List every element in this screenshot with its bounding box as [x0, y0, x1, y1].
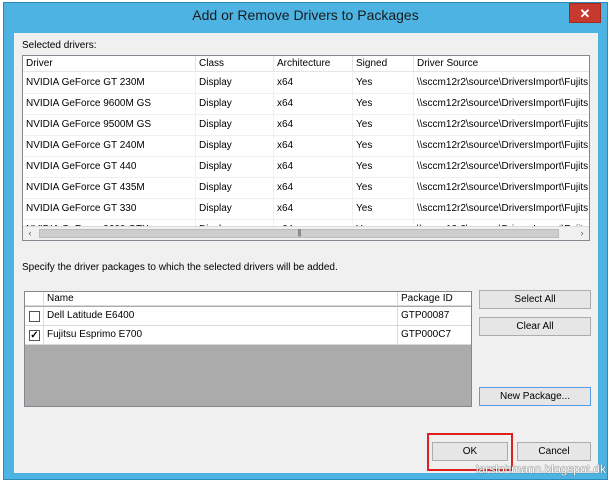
drivers-grid-header: Driver Class Architecture Signed Driver …	[23, 56, 589, 72]
package-checkbox[interactable]	[29, 311, 40, 322]
dialog-window: Add or Remove Drivers to Packages ✕ Sele…	[3, 2, 608, 480]
driver-name-cell: NVIDIA GeForce GT 330	[23, 199, 196, 219]
package-name-cell: Dell Latitude E6400	[44, 307, 398, 325]
driver-architecture-cell: x64	[274, 94, 353, 114]
table-row[interactable]: NVIDIA GeForce 9500M GS Display x64 Yes …	[23, 115, 589, 136]
table-row[interactable]: NVIDIA GeForce GT 240M Display x64 Yes \…	[23, 136, 589, 157]
column-header-signed[interactable]: Signed	[353, 56, 414, 72]
column-header-driver-source[interactable]: Driver Source	[414, 56, 589, 72]
driver-source-cell: \\sccm12r2\source\DriversImport\Fujits..…	[417, 161, 590, 172]
ok-button[interactable]: OK	[432, 442, 508, 461]
clear-all-button[interactable]: Clear All	[479, 317, 591, 336]
driver-source-cell: \\sccm12r2\source\DriversImport\Fujits..…	[417, 119, 590, 130]
driver-name-cell: NVIDIA GeForce GT 240M	[23, 136, 196, 156]
table-row[interactable]: NVIDIA GeForce GT 440 Display x64 Yes \\…	[23, 157, 589, 178]
driver-source-cell: \\sccm12r2\source\DriversImport\Fujits..…	[417, 77, 590, 88]
driver-class-cell: Display	[196, 94, 274, 114]
selected-drivers-label: Selected drivers:	[22, 40, 97, 51]
scroll-right-icon[interactable]: ›	[575, 227, 589, 240]
package-id-cell: GTP000C7	[401, 329, 452, 340]
column-header-checkbox	[25, 292, 44, 306]
table-row[interactable]: NVIDIA GeForce GT 435M Display x64 Yes \…	[23, 178, 589, 199]
driver-signed-cell: Yes	[353, 199, 414, 219]
driver-class-cell: Display	[196, 178, 274, 198]
close-button[interactable]: ✕	[569, 3, 601, 23]
checkbox-cell	[25, 307, 44, 325]
driver-architecture-cell: x64	[274, 178, 353, 198]
driver-architecture-cell: x64	[274, 115, 353, 135]
scrollbar-thumb[interactable]: |||	[39, 228, 559, 238]
watermark-text: larslohmann.blogspot.dk	[475, 462, 606, 476]
column-header-package-id[interactable]: Package ID	[398, 292, 471, 306]
driver-source-cell: \\sccm12r2\source\DriversImport\Fujits..…	[417, 140, 590, 151]
scroll-left-icon[interactable]: ‹	[23, 227, 37, 240]
package-checkbox[interactable]: ✓	[29, 330, 40, 341]
driver-name-cell: NVIDIA GeForce 9600M GS	[23, 94, 196, 114]
driver-architecture-cell: x64	[274, 199, 353, 219]
driver-class-cell: Display	[196, 199, 274, 219]
new-package-button[interactable]: New Package...	[479, 387, 591, 406]
driver-architecture-cell: x64	[274, 73, 353, 93]
driver-signed-cell: Yes	[353, 157, 414, 177]
driver-source-cell: \\sccm12r2\source\DriversImport\Fujits..…	[417, 182, 590, 193]
driver-class-cell: Display	[196, 73, 274, 93]
table-row[interactable]: NVIDIA GeForce GT 230M Display x64 Yes \…	[23, 73, 589, 94]
column-header-architecture[interactable]: Architecture	[274, 56, 353, 72]
driver-class-cell: Display	[196, 157, 274, 177]
selected-drivers-grid[interactable]: Driver Class Architecture Signed Driver …	[22, 55, 590, 241]
driver-name-cell: NVIDIA GeForce GT 435M	[23, 178, 196, 198]
packages-instruction-label: Specify the driver packages to which the…	[22, 262, 338, 273]
title-bar[interactable]: Add or Remove Drivers to Packages ✕	[4, 3, 607, 29]
column-header-driver[interactable]: Driver	[23, 56, 196, 72]
dialog-title: Add or Remove Drivers to Packages	[192, 7, 419, 23]
table-row[interactable]: NVIDIA GeForce 9600M GS Display x64 Yes …	[23, 94, 589, 115]
scrollbar-grip-icon: |||	[297, 228, 301, 237]
select-all-button[interactable]: Select All	[479, 290, 591, 309]
driver-architecture-cell: x64	[274, 136, 353, 156]
dialog-client-area: Selected drivers: Driver Class Architect…	[14, 33, 598, 473]
driver-name-cell: NVIDIA GeForce GT 440	[23, 157, 196, 177]
list-item[interactable]: ✓ Fujitsu Esprimo E700 GTP000C7	[25, 326, 471, 345]
horizontal-scrollbar[interactable]: ‹ ||| ›	[23, 226, 589, 240]
table-row[interactable]: NVIDIA GeForce GT 330 Display x64 Yes \\…	[23, 199, 589, 220]
driver-class-cell: Display	[196, 115, 274, 135]
driver-name-cell: NVIDIA GeForce GT 230M	[23, 73, 196, 93]
driver-signed-cell: Yes	[353, 136, 414, 156]
driver-signed-cell: Yes	[353, 73, 414, 93]
driver-name-cell: NVIDIA GeForce 9500M GS	[23, 115, 196, 135]
list-item[interactable]: Dell Latitude E6400 GTP00087	[25, 307, 471, 326]
driver-class-cell: Display	[196, 136, 274, 156]
close-icon: ✕	[579, 6, 591, 21]
cancel-button[interactable]: Cancel	[517, 442, 591, 461]
driver-source-cell: \\sccm12r2\source\DriversImport\Fujits..…	[417, 203, 590, 214]
driver-signed-cell: Yes	[353, 94, 414, 114]
packages-grid-header: Name Package ID	[25, 292, 471, 306]
checkbox-cell: ✓	[25, 326, 44, 344]
column-header-class[interactable]: Class	[196, 56, 274, 72]
package-id-cell: GTP00087	[401, 310, 450, 321]
driver-packages-grid[interactable]: Name Package ID Dell Latitude E6400 GTP0…	[24, 291, 472, 407]
driver-signed-cell: Yes	[353, 115, 414, 135]
driver-architecture-cell: x64	[274, 157, 353, 177]
package-name-cell: Fujitsu Esprimo E700	[44, 326, 398, 344]
column-header-name[interactable]: Name	[44, 292, 398, 306]
driver-source-cell: \\sccm12r2\source\DriversImport\Fujits..…	[417, 98, 590, 109]
driver-signed-cell: Yes	[353, 178, 414, 198]
